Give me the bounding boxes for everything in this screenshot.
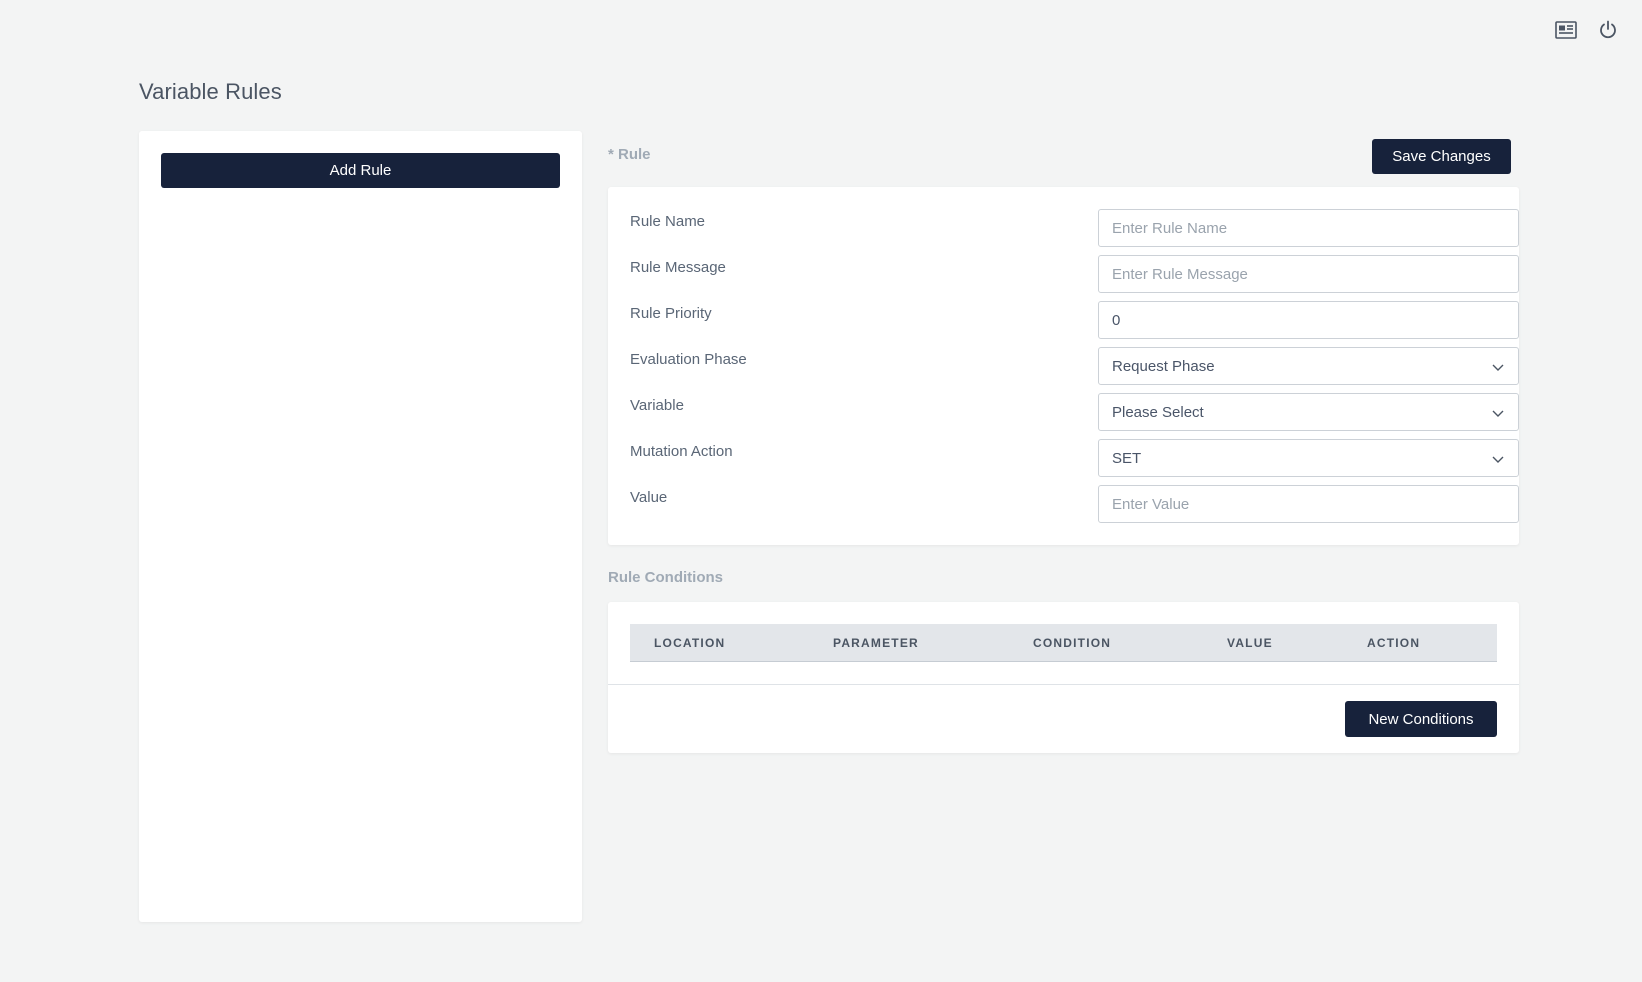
variable-label: Variable bbox=[630, 397, 684, 414]
rules-list-panel: Add Rule bbox=[139, 131, 582, 922]
form-row-value: Value Enter Value bbox=[630, 485, 1519, 523]
form-row-mutation-action: Mutation Action SET bbox=[630, 439, 1519, 477]
power-icon[interactable] bbox=[1596, 18, 1620, 42]
form-row-rule-priority: Rule Priority 0 bbox=[630, 301, 1519, 339]
column-header-parameter: PARAMETER bbox=[833, 636, 919, 650]
mutation-action-select[interactable]: SET bbox=[1098, 439, 1519, 477]
add-rule-button[interactable]: Add Rule bbox=[161, 153, 560, 188]
form-row-rule-message: Rule Message Enter Rule Message bbox=[630, 255, 1519, 293]
new-conditions-button[interactable]: New Conditions bbox=[1345, 701, 1497, 737]
header-actions bbox=[1554, 18, 1620, 42]
value-input[interactable]: Enter Value bbox=[1098, 485, 1519, 523]
news-icon[interactable] bbox=[1554, 18, 1578, 42]
chevron-down-icon bbox=[1492, 410, 1504, 417]
rule-name-label: Rule Name bbox=[630, 213, 706, 230]
rule-conditions-card: LOCATION PARAMETER CONDITION VALUE ACTIO… bbox=[608, 602, 1519, 753]
evaluation-phase-label: Evaluation Phase bbox=[630, 351, 747, 368]
variable-select[interactable]: Please Select bbox=[1098, 393, 1519, 431]
conditions-table-header: LOCATION PARAMETER CONDITION VALUE ACTIO… bbox=[630, 624, 1497, 662]
rule-message-label: Rule Message bbox=[630, 259, 726, 276]
column-header-condition: CONDITION bbox=[1033, 636, 1112, 650]
value-label: Value bbox=[630, 489, 668, 506]
form-row-evaluation-phase: Evaluation Phase Request Phase bbox=[630, 347, 1519, 385]
mutation-action-value: SET bbox=[1112, 449, 1142, 467]
rule-name-input[interactable]: Enter Rule Name bbox=[1098, 209, 1519, 247]
rule-conditions-label: Rule Conditions bbox=[608, 569, 723, 586]
variable-value: Please Select bbox=[1112, 403, 1204, 421]
save-changes-button[interactable]: Save Changes bbox=[1372, 139, 1511, 174]
column-header-location: LOCATION bbox=[654, 636, 726, 650]
rule-priority-label: Rule Priority bbox=[630, 305, 712, 322]
rule-priority-input[interactable]: 0 bbox=[1098, 301, 1519, 339]
divider bbox=[608, 684, 1519, 685]
chevron-down-icon bbox=[1492, 456, 1504, 463]
form-row-rule-name: Rule Name Enter Rule Name bbox=[630, 209, 1519, 247]
column-header-action: ACTION bbox=[1367, 636, 1421, 650]
form-row-variable: Variable Please Select bbox=[630, 393, 1519, 431]
mutation-action-label: Mutation Action bbox=[630, 443, 733, 460]
rule-section-label: * Rule bbox=[608, 146, 651, 163]
column-header-value: VALUE bbox=[1227, 636, 1273, 650]
rule-message-input[interactable]: Enter Rule Message bbox=[1098, 255, 1519, 293]
rule-form-card: Rule Name Enter Rule Name Rule Message E… bbox=[608, 187, 1519, 545]
page-title: Variable Rules bbox=[139, 79, 282, 104]
evaluation-phase-select[interactable]: Request Phase bbox=[1098, 347, 1519, 385]
chevron-down-icon bbox=[1492, 364, 1504, 371]
evaluation-phase-value: Request Phase bbox=[1112, 357, 1215, 375]
